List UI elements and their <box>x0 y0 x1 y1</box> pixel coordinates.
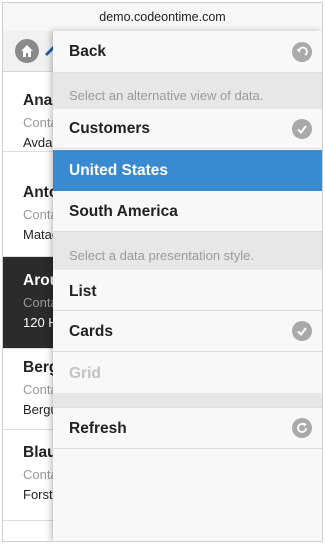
styles-header-text: Select a data presentation style. <box>69 248 255 263</box>
styles-header: Select a data presentation style. <box>53 232 322 270</box>
device-frame: demo.codeontime.com Ana Conta Avda Anto … <box>2 2 323 542</box>
view-label: South America <box>69 203 178 220</box>
back-label: Back <box>69 43 107 60</box>
style-list[interactable]: List <box>53 270 322 311</box>
view-label: Customers <box>69 120 150 137</box>
style-label: Cards <box>69 323 113 340</box>
refresh-label: Refresh <box>69 420 127 437</box>
home-icon <box>21 45 33 57</box>
views-header-text: Select an alternative view of data. <box>69 88 264 103</box>
back-menu-item[interactable]: Back <box>53 31 322 73</box>
menu-divider <box>53 393 322 407</box>
style-grid: Grid <box>53 352 322 393</box>
view-customers[interactable]: Customers <box>53 109 322 149</box>
view-united-states[interactable]: United States <box>53 150 322 191</box>
view-south-america[interactable]: South America <box>53 191 322 232</box>
views-header: Select an alternative view of data. <box>53 73 322 109</box>
view-label: United States <box>69 162 169 179</box>
style-cards[interactable]: Cards <box>53 311 322 352</box>
refresh-menu-item[interactable]: Refresh <box>53 407 322 449</box>
address-bar[interactable]: demo.codeontime.com <box>3 3 322 31</box>
home-button[interactable] <box>15 39 39 63</box>
check-icon <box>292 119 312 139</box>
style-label: Grid <box>69 365 101 382</box>
style-label: List <box>69 283 97 300</box>
check-icon <box>292 321 312 341</box>
context-menu-panel: Back Select an alternative view of data.… <box>53 31 322 541</box>
back-icon <box>292 42 312 62</box>
refresh-icon <box>292 418 312 438</box>
